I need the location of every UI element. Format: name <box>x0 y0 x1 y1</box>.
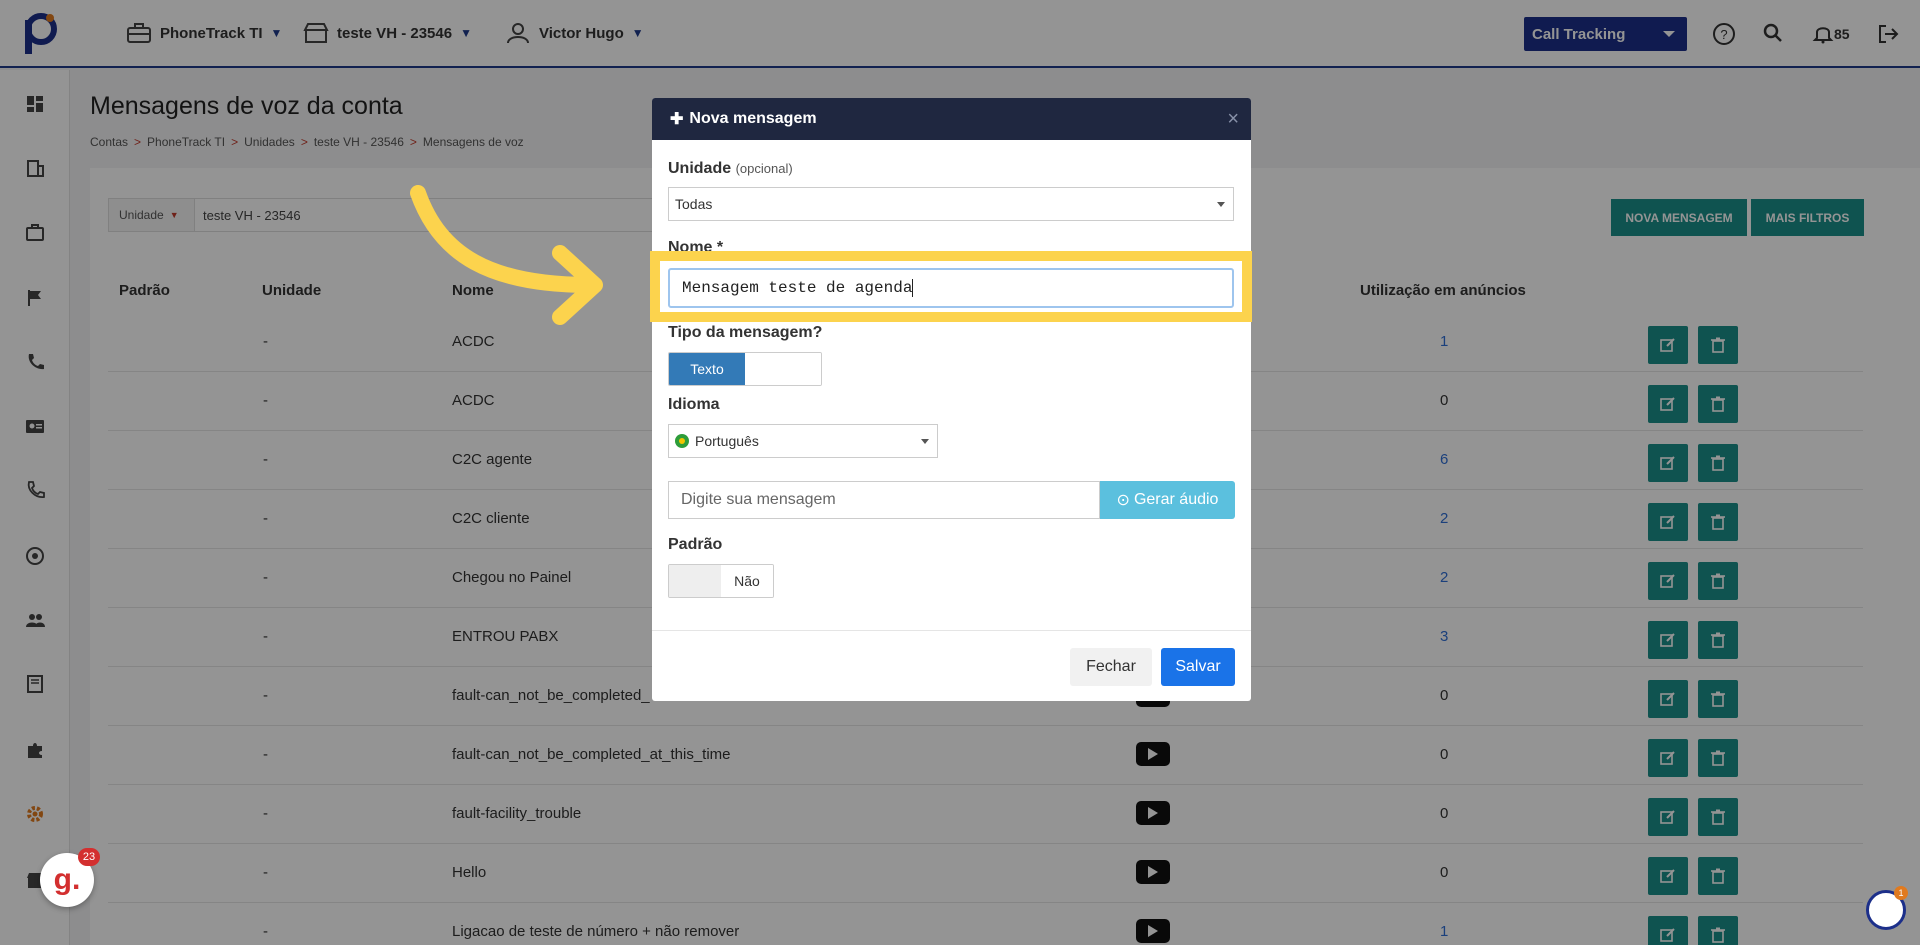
caret-down-icon <box>1217 202 1225 207</box>
message-type-toggle[interactable]: Texto <box>668 352 822 386</box>
generate-audio-button[interactable]: ⊙ Gerar áudio <box>1100 481 1235 519</box>
modal-footer-divider <box>652 630 1251 631</box>
language-select[interactable]: Português <box>668 424 938 458</box>
close-icon[interactable]: × <box>1227 108 1239 131</box>
toggle-off-handle <box>745 353 821 385</box>
plus-icon: ✚ <box>670 111 684 128</box>
unit-optional-text: (opcional) <box>735 161 793 176</box>
toggle-on-label: Texto <box>669 353 745 385</box>
chat-count-badge: 1 <box>1894 886 1908 900</box>
unit-label-text: Unidade <box>668 160 732 177</box>
unit-select-value: Todas <box>675 196 713 212</box>
play-circle-icon: ⊙ <box>1116 492 1130 509</box>
brazil-flag-icon <box>675 434 689 448</box>
caret-down-icon <box>921 439 929 444</box>
type-field-label: Tipo da mensagem? <box>668 324 823 341</box>
modal-header: ✚ Nova mensagem <box>652 98 1251 140</box>
save-button[interactable]: Salvar <box>1161 648 1235 686</box>
toggle-off-handle <box>669 565 721 597</box>
modal-title: Nova mensagem <box>689 110 817 127</box>
guide-count-badge: 23 <box>78 848 100 866</box>
language-field-label: Idioma <box>668 396 720 413</box>
message-input[interactable]: Digite sua mensagem <box>668 481 1100 519</box>
close-button[interactable]: Fechar <box>1070 648 1152 686</box>
generate-audio-label: Gerar áudio <box>1133 491 1219 508</box>
default-toggle[interactable]: Não <box>668 564 774 598</box>
new-message-modal: ✚ Nova mensagem × Unidade (opcional) Tod… <box>652 98 1251 701</box>
unit-select[interactable]: Todas <box>668 187 1234 221</box>
default-field-label: Padrão <box>668 536 723 553</box>
toggle-no-label: Não <box>721 565 773 597</box>
message-input-placeholder: Digite sua mensagem <box>681 491 836 508</box>
language-select-value: Português <box>695 433 759 449</box>
unit-field-label: Unidade (opcional) <box>668 160 793 178</box>
tutorial-arrow-icon <box>410 185 603 325</box>
tutorial-highlight-box <box>650 251 1252 322</box>
